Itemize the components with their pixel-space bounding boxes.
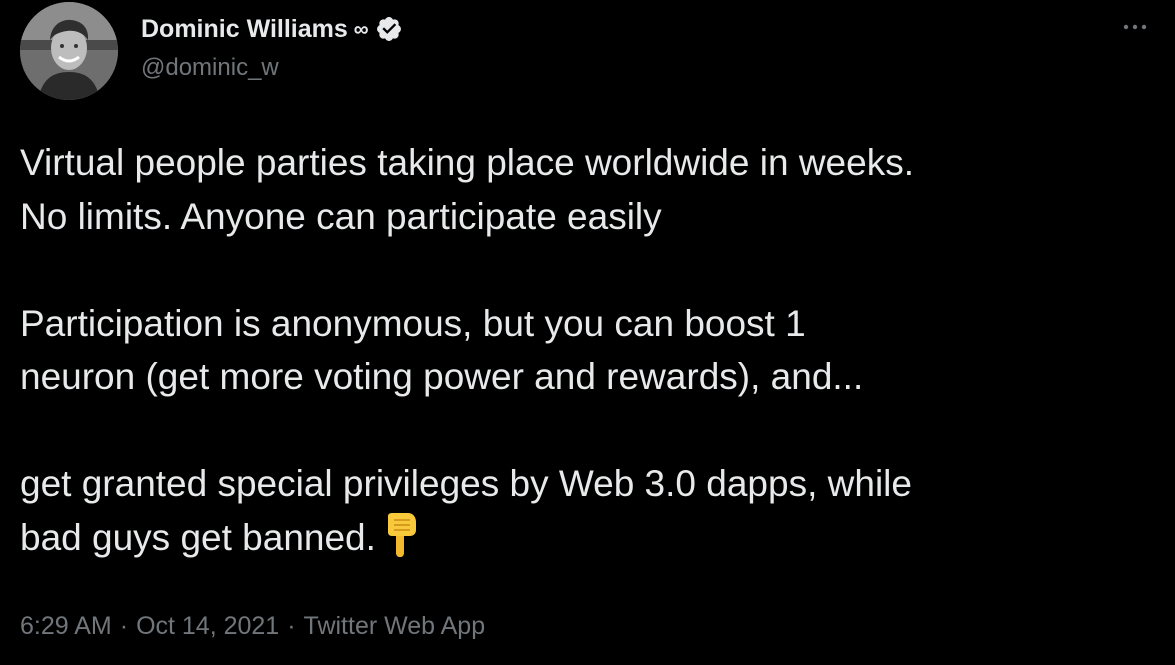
more-options-button[interactable] — [1115, 14, 1155, 40]
tweet-header: Dominic Williams ∞ @dominic_w — [141, 12, 403, 82]
verified-badge-icon — [375, 15, 403, 43]
tweet-meta: 6:29 AM · Oct 14, 2021 · Twitter Web App — [20, 612, 485, 641]
tweet-text: Virtual people parties taking place worl… — [20, 136, 1160, 564]
tweet-paragraph-1: Virtual people parties taking place worl… — [20, 142, 914, 237]
backhand-index-pointing-down-icon — [380, 512, 422, 558]
meta-separator: · — [119, 612, 129, 640]
author-avatar[interactable] — [20, 2, 118, 100]
tweet-source[interactable]: Twitter Web App — [304, 612, 486, 641]
avatar-photo — [20, 2, 118, 100]
more-options-icon — [1123, 24, 1147, 30]
author-handle[interactable]: @dominic_w — [141, 54, 403, 82]
infinity-glyph: ∞ — [353, 17, 369, 41]
name-row: Dominic Williams ∞ — [141, 12, 403, 46]
meta-separator: · — [287, 612, 296, 640]
tweet-time[interactable]: 6:29 AM — [20, 612, 112, 641]
tweet-paragraph-3: get granted special privileges by Web 3.… — [20, 463, 912, 558]
tweet-date[interactable]: Oct 14, 2021 — [136, 612, 279, 641]
tweet-card: Dominic Williams ∞ @dominic_w Virtual pe… — [0, 0, 1175, 665]
tweet-paragraph-2: Participation is anonymous, but you can … — [20, 302, 864, 398]
author-display-name[interactable]: Dominic Williams — [141, 15, 348, 44]
